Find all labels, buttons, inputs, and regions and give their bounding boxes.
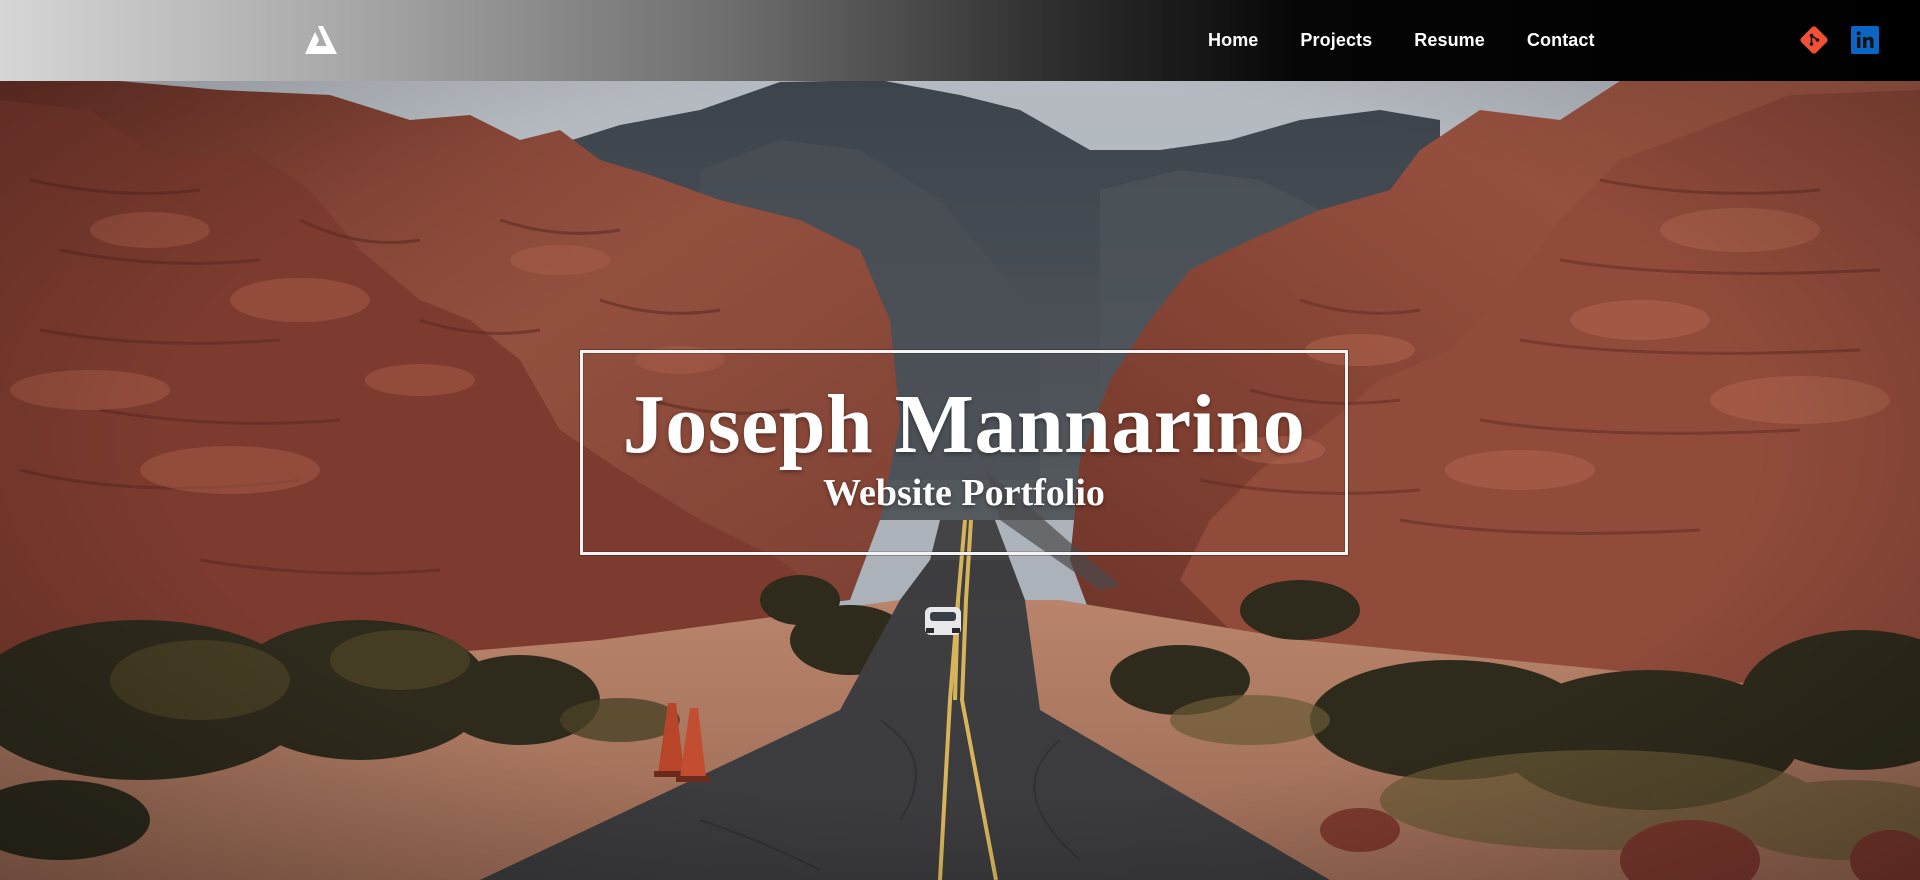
nav-link-projects[interactable]: Projects [1300, 30, 1372, 51]
page: Home Projects Resume Contact Joseph Mann… [0, 0, 1920, 880]
main-navigation: Home Projects Resume Contact [1208, 0, 1637, 81]
top-navbar: Home Projects Resume Contact [0, 0, 1920, 81]
nav-link-contact[interactable]: Contact [1527, 30, 1595, 51]
hero-subtitle: Website Portfolio [823, 472, 1105, 514]
hero-title-box: Joseph Mannarino Website Portfolio [580, 350, 1348, 555]
nav-link-resume[interactable]: Resume [1414, 30, 1485, 51]
triangle-a-logo-icon[interactable] [303, 24, 337, 56]
linkedin-icon[interactable] [1851, 26, 1879, 54]
git-icon[interactable] [1799, 25, 1829, 55]
nav-link-home[interactable]: Home [1208, 30, 1258, 51]
hero-name-heading: Joseph Mannarino [622, 378, 1306, 471]
